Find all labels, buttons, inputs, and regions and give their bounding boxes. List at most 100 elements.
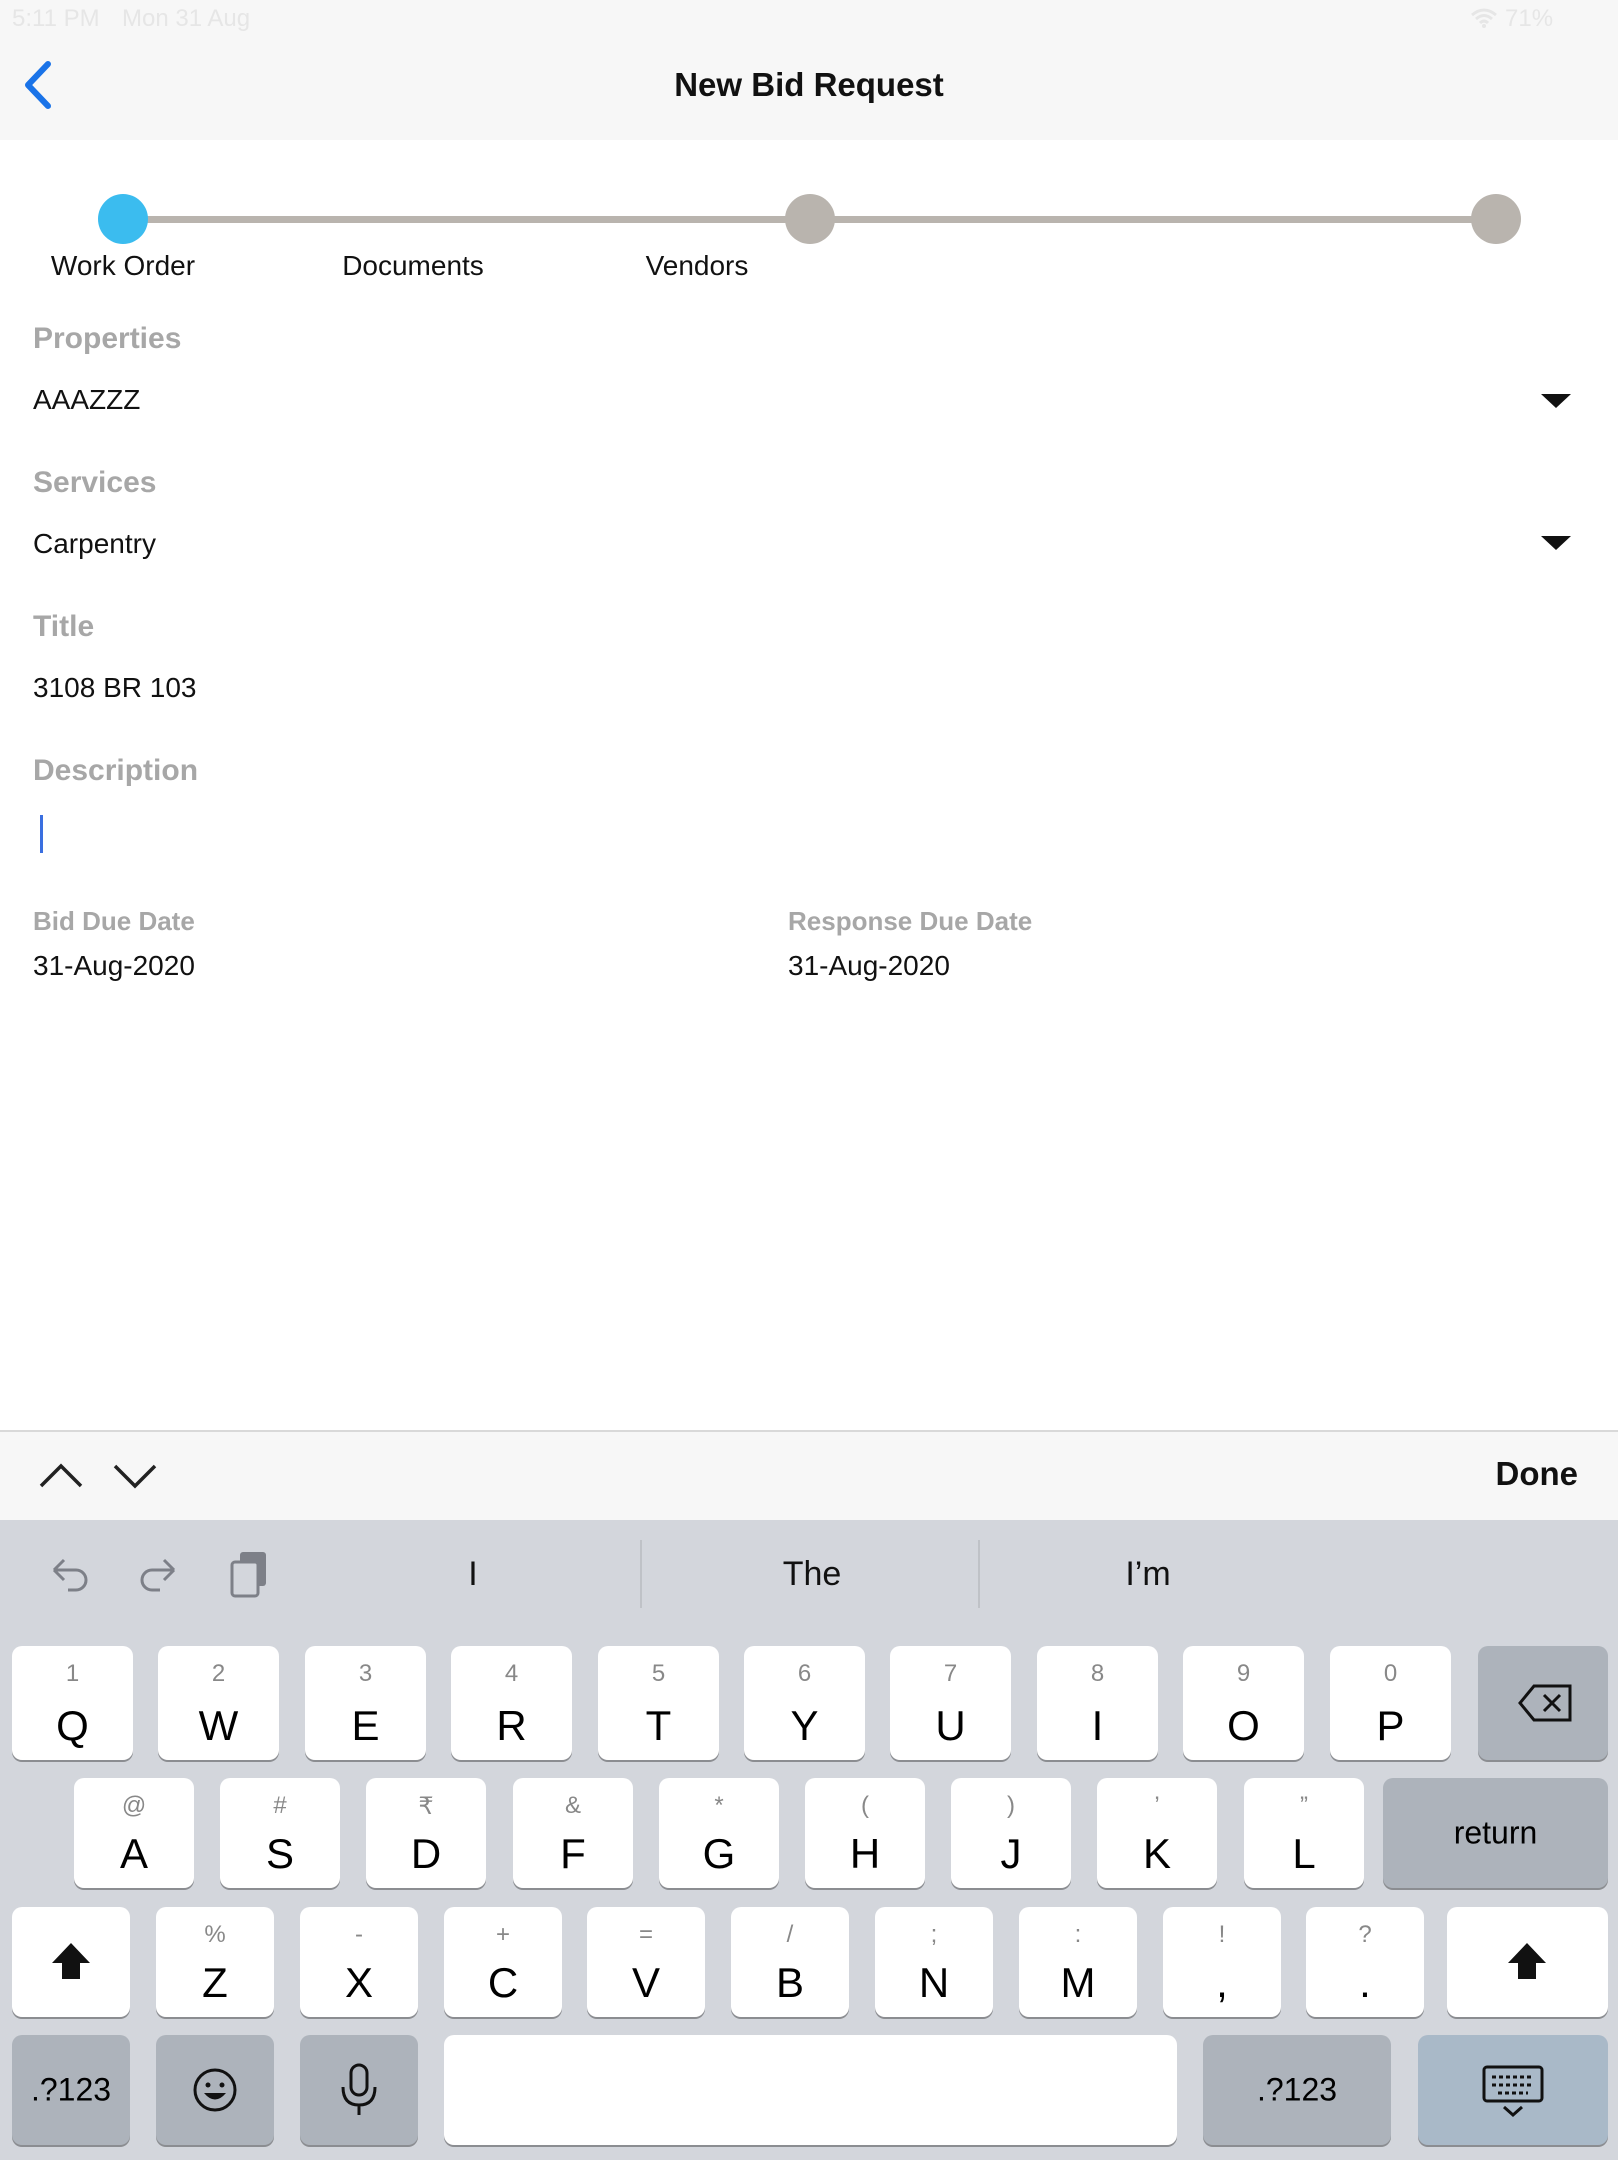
- done-button[interactable]: Done: [1496, 1455, 1579, 1493]
- key-hint: ;: [930, 1921, 938, 1948]
- suggestion-1[interactable]: I: [313, 1555, 633, 1594]
- key-q[interactable]: 1Q: [12, 1646, 133, 1760]
- key-l[interactable]: ” L: [1244, 1778, 1364, 1888]
- suggestion-3[interactable]: I’m: [988, 1555, 1308, 1594]
- description-input[interactable]: [33, 810, 1573, 858]
- key-label: W: [198, 1702, 239, 1749]
- key-c[interactable]: + C: [444, 1907, 562, 2017]
- key-hint: 6: [797, 1660, 812, 1687]
- key-hint: %: [204, 1921, 226, 1948]
- key-hint: @: [121, 1792, 147, 1819]
- key-w[interactable]: 2W: [158, 1646, 279, 1760]
- previous-field-button[interactable]: [36, 1458, 86, 1492]
- key-o[interactable]: 9O: [1183, 1646, 1304, 1760]
- key-label: K: [1142, 1830, 1171, 1877]
- emoji-icon: [193, 2068, 237, 2112]
- dismiss-keyboard-key[interactable]: [1418, 2035, 1608, 2145]
- key-label: .: [1359, 1959, 1371, 2006]
- key-label: U: [935, 1702, 966, 1749]
- key-hint: 3: [358, 1660, 373, 1687]
- key-comma[interactable]: !,: [1163, 1907, 1281, 2017]
- bid-due-date-label: Bid Due Date: [33, 906, 195, 936]
- key-n[interactable]: ; N: [875, 1907, 993, 2017]
- backspace-key[interactable]: [1478, 1646, 1608, 1760]
- key-label: S: [265, 1830, 294, 1877]
- properties-label: Properties: [33, 322, 182, 355]
- description-label: Description: [33, 754, 199, 787]
- services-dropdown[interactable]: Carpentry: [33, 522, 1593, 566]
- key-hint: 9: [1236, 1660, 1251, 1687]
- key-hint: 1: [65, 1660, 80, 1687]
- key-m[interactable]: :M: [1019, 1907, 1137, 2017]
- key-i[interactable]: 8I: [1037, 1646, 1158, 1760]
- title-input[interactable]: 3108 BR 103: [33, 672, 1573, 708]
- next-field-button[interactable]: [110, 1458, 160, 1492]
- undo-icon: [52, 1558, 88, 1592]
- key-hint: 4: [504, 1660, 519, 1687]
- key-f[interactable]: & F: [513, 1778, 633, 1888]
- suggestion-2[interactable]: The: [652, 1555, 972, 1594]
- keyboard-accessory-bar: [0, 1430, 1618, 1522]
- key-hint: #: [273, 1792, 287, 1819]
- undo-button[interactable]: [46, 1550, 92, 1596]
- key-label: X: [344, 1959, 373, 2006]
- key-hint: 0: [1383, 1660, 1398, 1687]
- key-e[interactable]: 3E: [305, 1646, 426, 1760]
- response-due-date-label: Response Due Date: [788, 906, 1033, 936]
- step-dot-work-order[interactable]: [98, 194, 148, 244]
- key-s[interactable]: # S: [220, 1778, 340, 1888]
- key-hint: /: [786, 1921, 794, 1948]
- key-k[interactable]: ’ K: [1097, 1778, 1217, 1888]
- key-hint: ’: [1154, 1792, 1160, 1819]
- title-label: Title: [33, 610, 95, 643]
- return-key-label: return: [1453, 1814, 1538, 1851]
- key-j[interactable]: ) J: [951, 1778, 1071, 1888]
- key-a[interactable]: @ A: [74, 1778, 194, 1888]
- key-u[interactable]: 7U: [890, 1646, 1011, 1760]
- step-label-work-order: Work Order: [50, 250, 196, 281]
- numbers-key-right[interactable]: .?123: [1203, 2035, 1391, 2145]
- battery-percentage: 71%: [1505, 5, 1554, 32]
- properties-dropdown[interactable]: AAAZZZ: [33, 378, 1593, 422]
- key-z[interactable]: % Z: [156, 1907, 274, 2017]
- key-y[interactable]: 6Y: [744, 1646, 865, 1760]
- shift-key-right[interactable]: [1447, 1907, 1608, 2017]
- bid-due-date-field[interactable]: 31-Aug-2020: [33, 950, 433, 986]
- key-p[interactable]: 0P: [1330, 1646, 1451, 1760]
- return-key[interactable]: return: [1383, 1778, 1608, 1888]
- key-label: H: [849, 1830, 881, 1877]
- key-hint: 5: [651, 1660, 666, 1687]
- key-label: R: [496, 1702, 527, 1749]
- step-dot-vendors[interactable]: [1471, 194, 1521, 244]
- key-label: A: [119, 1830, 148, 1877]
- status-time: 5:11 PM: [12, 5, 100, 32]
- paste-button[interactable]: [226, 1548, 274, 1600]
- key-r[interactable]: 4R: [451, 1646, 572, 1760]
- response-due-date-field[interactable]: 31-Aug-2020: [788, 950, 1188, 986]
- redo-icon: [140, 1558, 176, 1592]
- step-dot-documents[interactable]: [785, 194, 835, 244]
- key-g[interactable]: * G: [659, 1778, 779, 1888]
- dropdown-arrow-icon: [1541, 394, 1571, 408]
- redo-button[interactable]: [136, 1550, 182, 1596]
- numbers-key-left[interactable]: .?123: [12, 2035, 130, 2145]
- key-hint: !: [1218, 1921, 1226, 1948]
- key-label: D: [410, 1830, 442, 1877]
- shift-key-left[interactable]: [12, 1907, 130, 2017]
- key-label: ,: [1216, 1959, 1228, 2006]
- dictation-key[interactable]: [300, 2035, 418, 2145]
- key-hint: ”: [1300, 1792, 1308, 1819]
- key-t[interactable]: 5T: [598, 1646, 719, 1760]
- emoji-key[interactable]: [156, 2035, 274, 2145]
- key-label: Y: [790, 1702, 819, 1749]
- key-b[interactable]: / B: [731, 1907, 849, 2017]
- key-d[interactable]: ₹ D: [366, 1778, 486, 1888]
- key-label: N: [918, 1959, 950, 2006]
- key-v[interactable]: = V: [587, 1907, 705, 2017]
- backspace-icon: [1518, 1684, 1572, 1722]
- key-x[interactable]: -X: [300, 1907, 418, 2017]
- key-h[interactable]: (H: [805, 1778, 925, 1888]
- key-label: V: [631, 1959, 660, 2006]
- key-period[interactable]: ?.: [1306, 1907, 1424, 2017]
- space-key[interactable]: [444, 2035, 1177, 2145]
